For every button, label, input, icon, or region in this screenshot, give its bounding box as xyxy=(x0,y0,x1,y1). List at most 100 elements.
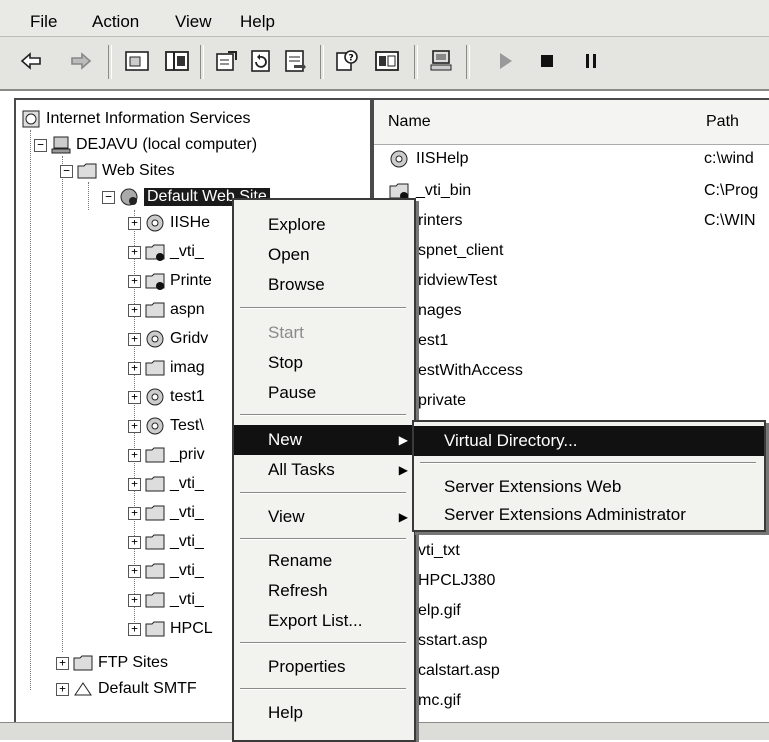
menu-help[interactable]: Help xyxy=(240,12,275,32)
submenu-item-server-ext-admin[interactable]: Server Extensions Administrator xyxy=(414,500,764,530)
back-icon[interactable] xyxy=(16,46,46,76)
list-item[interactable]: private xyxy=(374,388,769,414)
menu-item-all-tasks[interactable]: All Tasks ▶ xyxy=(234,455,414,485)
expand-icon[interactable]: + xyxy=(128,593,141,607)
tree-item-child[interactable]: + _vti_ xyxy=(128,529,204,555)
list-item[interactable]: nages xyxy=(374,298,769,324)
list-pane[interactable]: Name Path IISHelp c:\wind _vti_bin C:\Prog r… xyxy=(372,98,769,724)
tree-item-child[interactable]: + _vti_ xyxy=(128,500,204,526)
up-folder-icon[interactable] xyxy=(122,46,152,76)
tree-item-child[interactable]: + _vti_ xyxy=(128,239,204,265)
tree-item-ftp-sites[interactable]: + FTP Sites xyxy=(56,650,168,676)
expand-icon[interactable]: + xyxy=(128,419,141,433)
tree-item-smtp[interactable]: + Default SMTF xyxy=(56,676,197,702)
tree-item-child[interactable]: + Gridv xyxy=(128,326,208,352)
list-item[interactable]: rinters C:\WIN xyxy=(374,208,769,234)
tree-label: Gridv xyxy=(170,330,209,347)
refresh-icon[interactable] xyxy=(246,46,276,76)
computer-icon[interactable] xyxy=(426,46,456,76)
tree-item-child[interactable]: + imag xyxy=(128,355,205,381)
list-item[interactable]: HPCLJ380 xyxy=(374,568,769,594)
collapse-icon[interactable]: − xyxy=(60,164,73,178)
tree-label: Test\ xyxy=(170,417,204,434)
forward-icon[interactable] xyxy=(66,46,96,76)
tree-item-child[interactable]: + _vti_ xyxy=(128,471,204,497)
submenu-item-virtual-directory[interactable]: Virtual Directory... xyxy=(414,426,764,456)
expand-icon[interactable]: + xyxy=(128,303,141,317)
expand-icon[interactable]: + xyxy=(128,477,141,491)
expand-icon[interactable]: + xyxy=(56,656,69,670)
tree-item-child[interactable]: + IISHe xyxy=(128,210,210,236)
tree-item-child[interactable]: + aspn xyxy=(128,297,205,323)
menu-item-export-list[interactable]: Export List... xyxy=(234,606,414,636)
menu-item-start: Start xyxy=(268,323,304,342)
toolbar-separator xyxy=(200,45,204,79)
menu-item-help[interactable]: Help xyxy=(234,698,414,728)
tree-item-child[interactable]: + _vti_ xyxy=(128,587,204,613)
list-item[interactable]: elp.gif xyxy=(374,598,769,624)
stop-icon[interactable] xyxy=(532,46,562,76)
column-header-name[interactable]: Name xyxy=(374,100,713,145)
collapse-icon[interactable]: − xyxy=(102,190,115,204)
list-item[interactable]: spnet_client xyxy=(374,238,769,264)
expand-icon[interactable]: + xyxy=(128,448,141,462)
tree-item-child[interactable]: + _vti_ xyxy=(128,558,204,584)
menu-file[interactable]: File xyxy=(30,12,57,32)
export-list-icon[interactable] xyxy=(280,46,310,76)
list-item[interactable]: _vti_bin C:\Prog xyxy=(374,178,769,204)
list-item[interactable]: calstart.asp xyxy=(374,658,769,684)
expand-icon[interactable]: + xyxy=(56,682,69,696)
show-hide-tree-icon[interactable] xyxy=(162,46,192,76)
menu-action[interactable]: Action xyxy=(92,12,139,32)
expand-icon[interactable]: + xyxy=(128,332,141,346)
list-item[interactable]: mc.gif xyxy=(374,688,769,714)
expand-icon[interactable]: + xyxy=(128,216,141,230)
help-icon[interactable]: ? xyxy=(332,46,362,76)
menu-item-explore[interactable]: Explore xyxy=(234,210,414,240)
expand-icon[interactable]: + xyxy=(128,245,141,259)
submenu-item-server-ext-web[interactable]: Server Extensions Web xyxy=(414,472,764,502)
toolbar-separator xyxy=(108,45,112,79)
tree-item-child[interactable]: + Printe xyxy=(128,268,212,294)
tree-item-child[interactable]: + _priv xyxy=(128,442,205,468)
tree-item-computer[interactable]: − DEJAVU (local computer) xyxy=(34,132,257,158)
menu-item-new[interactable]: New ▶ xyxy=(234,425,414,455)
tree-item-child[interactable]: + Test\ xyxy=(128,413,204,439)
expand-icon[interactable]: + xyxy=(128,622,141,636)
tree-item-iis-root[interactable]: Internet Information Services xyxy=(20,106,251,132)
list-item[interactable]: IISHelp c:\wind xyxy=(374,146,769,172)
tree-label: Internet Information Services xyxy=(46,110,251,127)
list-item[interactable]: sstart.asp xyxy=(374,628,769,654)
tree-item-child[interactable]: + test1 xyxy=(128,384,205,410)
expand-icon[interactable]: + xyxy=(128,274,141,288)
list-item[interactable]: est1 xyxy=(374,328,769,354)
console-view-icon[interactable] xyxy=(372,46,402,76)
expand-icon[interactable]: + xyxy=(128,564,141,578)
list-item[interactable]: estWithAccess xyxy=(374,358,769,384)
menu-item-browse[interactable]: Browse xyxy=(234,270,414,300)
expand-icon[interactable]: + xyxy=(128,535,141,549)
menu-item-stop[interactable]: Stop xyxy=(234,348,414,378)
menu-item-open[interactable]: Open xyxy=(234,240,414,270)
menu-item-view[interactable]: View ▶ xyxy=(234,502,414,532)
menu-item-rename[interactable]: Rename xyxy=(234,546,414,576)
new-submenu: Virtual Directory... Server Extensions W… xyxy=(412,420,766,532)
expand-icon[interactable]: + xyxy=(128,506,141,520)
tree-line xyxy=(30,130,31,690)
pause-icon[interactable] xyxy=(576,46,606,76)
list-item[interactable]: vti_txt xyxy=(374,538,769,564)
folder-icon xyxy=(145,592,165,608)
tree-item-web-sites[interactable]: − Web Sites xyxy=(60,158,175,184)
expand-icon[interactable]: + xyxy=(128,361,141,375)
column-header-path[interactable]: Path xyxy=(698,100,769,145)
collapse-icon[interactable]: − xyxy=(34,138,47,152)
menu-item-pause[interactable]: Pause xyxy=(234,378,414,408)
menu-view[interactable]: View xyxy=(175,12,212,32)
expand-icon[interactable]: + xyxy=(128,390,141,404)
menu-item-properties[interactable]: Properties xyxy=(234,652,414,682)
properties-icon[interactable] xyxy=(212,46,242,76)
tree-item-child[interactable]: + HPCL xyxy=(128,616,213,642)
list-item[interactable]: ridviewTest xyxy=(374,268,769,294)
menu-item-refresh[interactable]: Refresh xyxy=(234,576,414,606)
start-icon[interactable] xyxy=(490,46,520,76)
